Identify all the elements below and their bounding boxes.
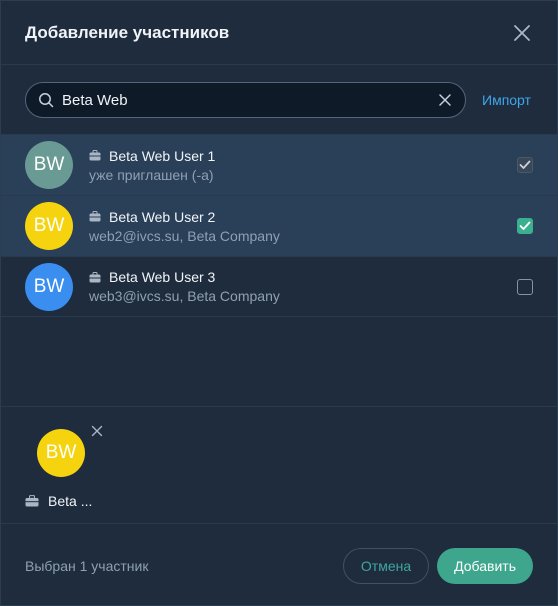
add-participants-dialog: Добавление участников Импорт BW — [0, 0, 558, 606]
avatar: BW — [25, 262, 73, 311]
user-name: Beta Web User 3 — [109, 269, 216, 285]
user-name: Beta Web User 1 — [109, 147, 216, 164]
user-info: Beta Web User 3 web3@ivcs.su, Beta Compa… — [89, 269, 517, 304]
user-subtitle: web3@ivcs.su, Beta Company — [89, 288, 280, 304]
user-name-line: Beta Web User 1 — [89, 148, 517, 164]
clear-icon[interactable] — [437, 92, 453, 108]
user-subtitle: уже приглашен (-а) — [89, 166, 214, 183]
dialog-header: Добавление участников — [1, 1, 557, 65]
selected-chip-label: Beta ... — [48, 493, 93, 509]
import-link[interactable]: Импорт — [482, 92, 531, 108]
selected-participants: BW Beta ... — [1, 406, 557, 524]
user-list: BW Beta Web User 1 уже приглашен (-а) BW… — [1, 134, 557, 317]
user-name-line: Beta Web User 2 — [89, 209, 517, 225]
cancel-button[interactable]: Отмена — [342, 548, 430, 584]
list-item-user-1[interactable]: BW Beta Web User 1 уже приглашен (-а) — [1, 134, 557, 195]
user-info: Beta Web User 1 уже приглашен (-а) — [89, 148, 517, 183]
user-checkbox[interactable] — [517, 218, 533, 234]
add-button[interactable]: Добавить — [437, 548, 533, 584]
list-item-user-2[interactable]: BW Beta Web User 2 web2@ivcs.su, Beta Co… — [1, 195, 557, 256]
list-item-user-3[interactable]: BW Beta Web User 3 web3@ivcs.su, Beta Co… — [1, 256, 557, 317]
dialog-footer: Выбран 1 участник Отмена Добавить — [1, 525, 557, 606]
user-info: Beta Web User 2 web2@ivcs.su, Beta Compa… — [89, 209, 517, 244]
avatar: BW — [37, 429, 85, 477]
briefcase-icon — [25, 495, 39, 507]
search-box[interactable] — [25, 82, 466, 118]
user-name-line: Beta Web User 3 — [89, 269, 517, 285]
dialog-title: Добавление участников — [25, 22, 230, 42]
search-icon — [39, 93, 54, 108]
user-checkbox[interactable] — [517, 278, 533, 295]
search-row: Импорт — [25, 82, 535, 118]
selected-chip-label-row: Beta ... — [25, 493, 92, 509]
check-icon — [519, 160, 531, 169]
search-input[interactable] — [62, 91, 437, 109]
selected-count: Выбран 1 участник — [25, 558, 149, 574]
avatar: BW — [25, 202, 73, 250]
user-name: Beta Web User 2 — [109, 208, 216, 225]
avatar: BW — [25, 141, 73, 189]
briefcase-icon — [89, 150, 101, 161]
briefcase-icon — [89, 271, 101, 282]
user-checkbox[interactable] — [517, 157, 533, 173]
close-icon[interactable] — [511, 22, 533, 44]
user-subtitle: web2@ivcs.su, Beta Company — [89, 227, 280, 244]
remove-icon[interactable] — [91, 425, 103, 437]
check-icon — [519, 221, 531, 230]
briefcase-icon — [89, 211, 101, 222]
